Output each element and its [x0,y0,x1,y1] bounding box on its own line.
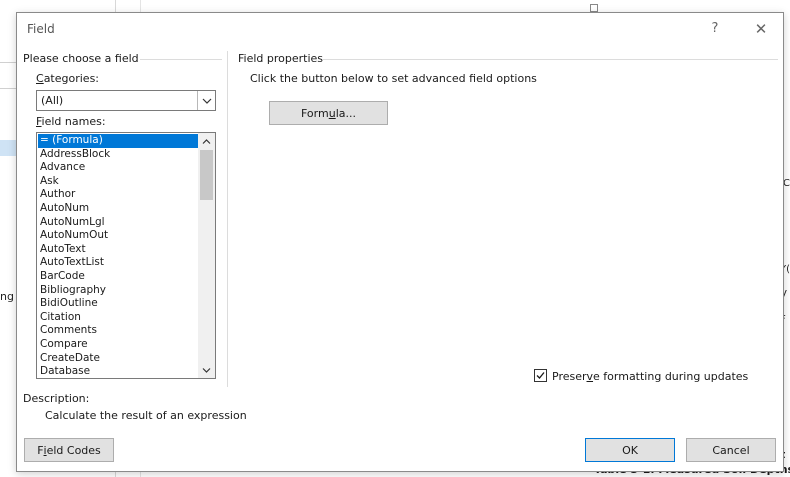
scroll-up-icon[interactable] [198,133,215,149]
field-names-items: = (Formula) AddressBlock Advance Ask Author A… [38,134,198,378]
field-codes-button[interactable]: Fi eld Codes [24,438,114,462]
scroll-down-icon[interactable] [198,362,215,378]
field-name-item[interactable]: AutoNum [38,202,198,216]
description-text: Calculate the result of an expression [45,409,247,422]
navigation-divider [0,88,17,89]
field-name-item[interactable]: AutoText [38,243,198,257]
left-group-label: Please choose a field [23,52,139,65]
field-name-item[interactable]: BarCode [38,270,198,284]
field-name-item[interactable]: AutoNumLgl [38,216,198,230]
dialog-title: Field [27,22,55,36]
field-name-item[interactable]: BidiOutline [38,297,198,311]
field-name-item[interactable]: = (Formula) [38,134,198,148]
field-name-item[interactable]: Compare [38,338,198,352]
field-name-item[interactable]: Advance [38,161,198,175]
group-divider [322,59,778,60]
categories-value: (All) [41,94,64,107]
field-names-label: Field names: [36,115,106,128]
field-name-item[interactable]: CreateDate [38,352,198,366]
cancel-button[interactable]: Cancel [686,438,776,462]
close-button[interactable]: ✕ [747,19,775,39]
categories-combobox[interactable]: (All) [36,90,216,111]
document-left-text: ng [0,290,14,303]
chevron-down-icon[interactable] [197,91,215,110]
checkmark-icon [536,372,545,379]
field-names-listbox[interactable]: = (Formula) AddressBlock Advance Ask Author A… [36,132,216,379]
right-group-label: Field properties [238,52,324,65]
dialog-titlebar[interactable]: Field ? ✕ [17,13,783,45]
listbox-scrollbar[interactable] [198,133,215,378]
field-name-item[interactable]: AutoTextList [38,256,198,270]
field-name-item[interactable]: Ask [38,175,198,189]
help-button[interactable]: ? [703,19,727,39]
field-name-item[interactable]: AutoNumOut [38,229,198,243]
field-name-item[interactable]: Author [38,188,198,202]
field-dialog: Field ? ✕ Please choose a field Categori… [16,12,784,472]
document-checkbox [590,4,598,12]
formula-button[interactable]: Form u la... [269,101,388,125]
preserve-formatting-label[interactable]: Preserve formatting during updates [552,370,748,383]
categories-label: Categories: [36,72,100,85]
field-name-item[interactable]: AddressBlock [38,148,198,162]
field-name-item[interactable]: Citation [38,311,198,325]
scroll-thumb[interactable] [200,150,213,200]
instruction-text: Click the button below to set advanced f… [250,72,537,85]
navigation-divider [0,62,17,63]
navigation-highlight [0,140,17,156]
description-label: Description: [23,392,90,405]
group-divider [140,59,222,60]
preserve-formatting-checkbox[interactable] [534,369,547,382]
field-name-item[interactable]: Bibliography [38,284,198,298]
field-name-item[interactable]: Comments [38,324,198,338]
group-separator [227,51,228,387]
ok-button[interactable]: OK [585,438,675,462]
field-name-item[interactable]: Database [38,365,198,378]
